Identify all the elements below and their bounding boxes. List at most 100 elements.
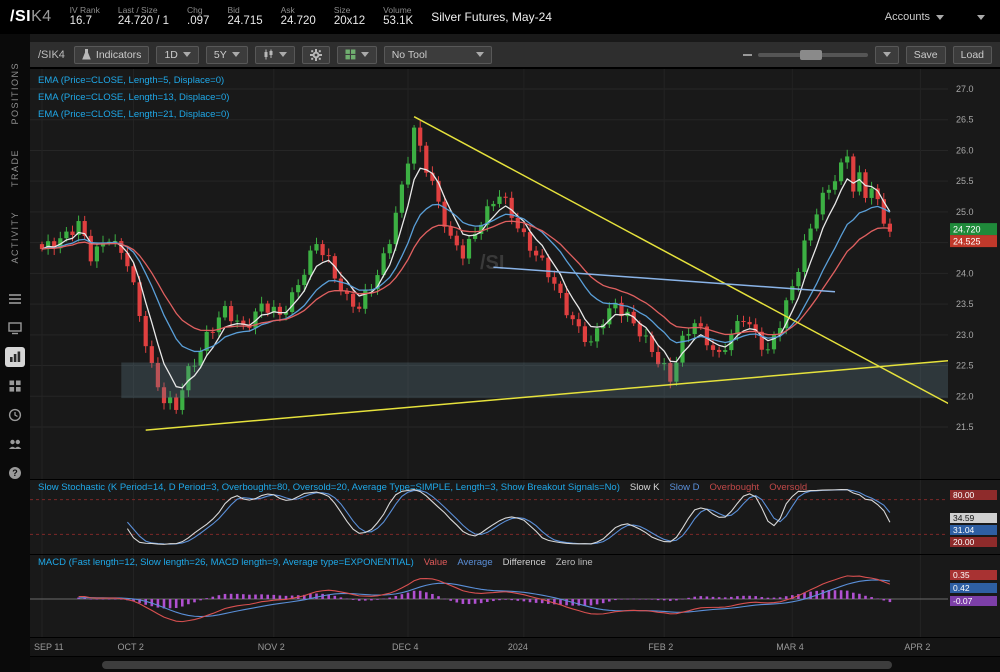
indicators-button[interactable]: Indicators <box>74 46 150 64</box>
zoom-slider-thumb[interactable] <box>800 50 822 60</box>
scrollbar-thumb[interactable] <box>102 661 892 669</box>
field-value: 53.1K <box>383 15 413 28</box>
watchlist-icon[interactable] <box>5 289 25 309</box>
svg-text:23.5: 23.5 <box>956 299 974 309</box>
iv-rank-field: IV Rank 16.7 <box>70 6 100 29</box>
grid-layout-icon <box>345 49 356 60</box>
field-label: Size <box>334 6 365 16</box>
timeframe-dropdown[interactable]: 1D <box>156 46 198 64</box>
ema21-line <box>42 221 890 334</box>
field-value: 20x12 <box>334 15 365 28</box>
svg-text:24.720: 24.720 <box>953 225 981 235</box>
sidebar-tab-activity[interactable]: ACTIVITY <box>10 199 20 276</box>
svg-text:0.35: 0.35 <box>953 570 970 580</box>
price-chart-canvas[interactable]: 27.026.526.025.525.024.524.023.523.022.5… <box>30 69 1000 479</box>
field-value: .097 <box>187 15 209 28</box>
macd-legend: ValueAverageDifferenceZero line <box>414 557 593 568</box>
apps-icon[interactable] <box>5 376 25 396</box>
chart-menu-dropdown[interactable] <box>875 46 899 64</box>
sidebar-icon-group: ? <box>5 289 25 483</box>
legend-value: Value <box>424 557 448 568</box>
legend-slow-k: Slow K <box>630 482 660 493</box>
flask-icon <box>82 49 91 60</box>
chart-settings-button[interactable] <box>302 46 330 64</box>
stochastic-label[interactable]: Slow Stochastic (K Period=14, D Period=3… <box>38 482 620 493</box>
chart-scrollbar[interactable] <box>30 656 1000 672</box>
chevron-down-icon <box>232 52 240 57</box>
svg-text:?: ? <box>12 468 18 478</box>
field-label: Bid <box>227 6 262 16</box>
volume-field: Volume 53.1K <box>383 6 413 29</box>
field-value: 24.720 / 1 <box>118 15 169 28</box>
macd-panel: MACD (Fast length=12, Slow length=26, MA… <box>30 554 1000 637</box>
chevron-down-icon <box>279 52 287 57</box>
charts-icon[interactable] <box>5 347 25 367</box>
symbol-root: /SI <box>10 8 31 25</box>
field-label: IV Rank <box>70 6 100 16</box>
chevron-down-icon <box>476 52 484 57</box>
svg-text:23.0: 23.0 <box>956 330 974 340</box>
svg-text:80.00: 80.00 <box>953 490 975 500</box>
history-icon[interactable] <box>5 405 25 425</box>
field-value: 16.7 <box>70 15 100 28</box>
svg-text:27.0: 27.0 <box>956 84 974 94</box>
field-label: Ask <box>281 6 316 16</box>
change-field: Chg .097 <box>187 6 209 29</box>
save-button[interactable]: Save <box>906 46 946 64</box>
ema13-label[interactable]: EMA (Price=CLOSE, Length=13, Displace=0) <box>38 89 229 106</box>
zoom-out-icon[interactable] <box>743 54 752 56</box>
sidebar-tab-positions[interactable]: POSITIONS <box>10 50 20 137</box>
svg-text:22.5: 22.5 <box>956 361 974 371</box>
svg-text:0.42: 0.42 <box>953 583 970 593</box>
gear-icon <box>310 49 322 61</box>
load-button[interactable]: Load <box>953 46 992 64</box>
chart-gadget: /SIK4 Indicators 1D 5Y <box>30 34 1000 672</box>
svg-text:25.5: 25.5 <box>956 176 974 186</box>
zoom-slider[interactable] <box>758 53 868 57</box>
svg-text:26.0: 26.0 <box>956 145 974 155</box>
drawing-tool-dropdown[interactable]: No Tool <box>384 46 492 64</box>
last-size-field: Last / Size 24.720 / 1 <box>118 6 169 29</box>
chevron-down-icon <box>936 15 944 20</box>
drawing-tool-value: No Tool <box>392 49 427 61</box>
time-axis[interactable]: SEP 11OCT 2NOV 2DEC 42024FEB 2MAR 4APR 2 <box>30 637 1000 656</box>
accounts-label: Accounts <box>885 11 930 23</box>
help-icon[interactable]: ? <box>5 463 25 483</box>
time-tick-label: APR 2 <box>904 642 930 652</box>
ask-field: Ask 24.720 <box>281 6 316 29</box>
slow-k-line <box>127 490 890 545</box>
ema21-label[interactable]: EMA (Price=CLOSE, Length=21, Displace=0) <box>38 106 229 123</box>
time-tick-label: MAR 4 <box>776 642 804 652</box>
sidebar-tab-trade[interactable]: TRADE <box>10 137 20 199</box>
range-dropdown[interactable]: 5Y <box>206 46 248 64</box>
ema13-line <box>42 204 890 351</box>
bid-field: Bid 24.715 <box>227 6 262 29</box>
topbar-menu-button[interactable] <box>972 8 990 26</box>
svg-text:24.0: 24.0 <box>956 268 974 278</box>
svg-text:24.525: 24.525 <box>953 237 981 247</box>
chevron-down-icon <box>183 52 191 57</box>
stochastic-label-row: Slow Stochastic (K Period=14, D Period=3… <box>38 482 807 493</box>
range-value: 5Y <box>214 49 227 61</box>
svg-text:20.00: 20.00 <box>953 537 975 547</box>
layout-dropdown[interactable] <box>337 46 377 64</box>
time-tick-label: DEC 4 <box>392 642 419 652</box>
svg-text:21.5: 21.5 <box>956 422 974 432</box>
accounts-dropdown[interactable]: Accounts <box>885 11 944 23</box>
time-zoom-control <box>743 53 868 57</box>
ema5-label[interactable]: EMA (Price=CLOSE, Length=5, Displace=0) <box>38 72 229 89</box>
scanner-icon[interactable] <box>5 318 25 338</box>
indicators-label: Indicators <box>96 49 142 61</box>
chevron-down-icon <box>977 15 985 20</box>
chart-type-dropdown[interactable] <box>255 46 295 64</box>
field-label: Volume <box>383 6 413 16</box>
share-icon[interactable] <box>5 434 25 454</box>
stochastic-panel: Slow Stochastic (K Period=14, D Period=3… <box>30 479 1000 554</box>
load-label: Load <box>961 49 984 61</box>
macd-label-row: MACD (Fast length=12, Slow length=26, MA… <box>38 557 593 568</box>
svg-text:26.5: 26.5 <box>956 115 974 125</box>
time-tick-label: FEB 2 <box>648 642 673 652</box>
price-panel: EMA (Price=CLOSE, Length=5, Displace=0) … <box>30 68 1000 479</box>
svg-text:31.04: 31.04 <box>953 525 975 535</box>
macd-label[interactable]: MACD (Fast length=12, Slow length=26, MA… <box>38 557 414 568</box>
